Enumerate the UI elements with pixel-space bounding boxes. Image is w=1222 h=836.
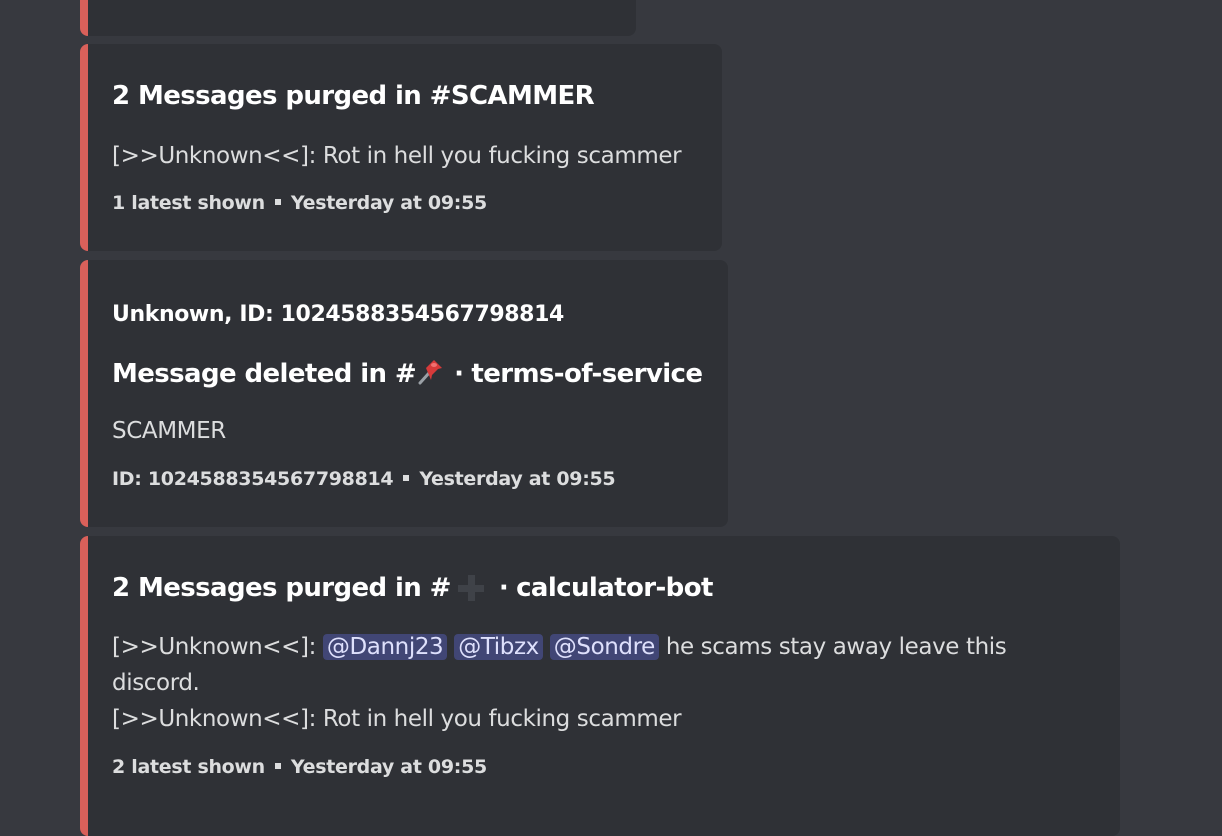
footer-separator bbox=[274, 762, 281, 769]
title-channel: terms-of-service bbox=[471, 359, 703, 389]
message-author: [>>Unknown<<]: bbox=[112, 634, 316, 660]
log-embed-purge-scammer: 2 Messages purged in #SCAMMER [>>Unknown… bbox=[80, 44, 722, 251]
title-separator: · bbox=[498, 573, 509, 603]
plus-icon bbox=[451, 572, 491, 602]
footer-count: 2 latest shown bbox=[112, 756, 265, 778]
log-embed-partial bbox=[80, 0, 636, 36]
title-prefix: Message deleted in # bbox=[112, 359, 417, 389]
footer-timestamp: Yesterday at 09:55 bbox=[419, 468, 616, 490]
title-prefix: 2 Messages purged in # bbox=[112, 573, 451, 603]
embed-footer: 2 latest shown Yesterday at 09:55 bbox=[112, 756, 487, 778]
footer-timestamp: Yesterday at 09:55 bbox=[290, 756, 487, 778]
description-line: [>>Unknown<<]: Rot in hell you fucking s… bbox=[112, 706, 682, 732]
user-mention[interactable]: @Sondre bbox=[549, 634, 659, 660]
footer-separator bbox=[403, 474, 410, 481]
message-text: he scams stay away leave this bbox=[665, 634, 1007, 660]
title-channel: calculator-bot bbox=[516, 573, 713, 603]
description-line: discord. bbox=[112, 670, 200, 696]
log-embed-purge-calculator: 2 Messages purged in # · calculator-bot [>… bbox=[80, 536, 1120, 836]
footer-count: 1 latest shown bbox=[112, 192, 265, 214]
log-embed-message-deleted: Unknown, ID: 1024588354567798814 Message… bbox=[80, 260, 728, 527]
pushpin-icon bbox=[416, 356, 446, 386]
title-separator: · bbox=[454, 359, 464, 389]
footer-timestamp: Yesterday at 09:55 bbox=[290, 192, 487, 214]
footer-separator bbox=[274, 198, 281, 205]
embed-title: 2 Messages purged in #SCAMMER bbox=[112, 81, 595, 111]
embed-title: 2 Messages purged in # · calculator-bot bbox=[112, 572, 713, 603]
embed-footer: 1 latest shown Yesterday at 09:55 bbox=[112, 192, 487, 214]
description-line: [>>Unknown<<]: @Dannj23 @Tibzx @Sondre h… bbox=[112, 629, 1092, 665]
embed-description: SCAMMER bbox=[112, 418, 226, 444]
embed-description: [>>Unknown<<]: Rot in hell you fucking s… bbox=[112, 143, 682, 169]
embed-description: [>>Unknown<<]: @Dannj23 @Tibzx @Sondre h… bbox=[112, 629, 1092, 737]
user-mention[interactable]: @Tibzx bbox=[454, 634, 543, 660]
footer-id: ID: 1024588354567798814 bbox=[112, 468, 394, 490]
embed-author: Unknown, ID: 1024588354567798814 bbox=[112, 302, 564, 327]
embed-title: Message deleted in # · terms-of-service bbox=[112, 356, 703, 389]
user-mention[interactable]: @Dannj23 bbox=[322, 634, 448, 660]
embed-footer: ID: 1024588354567798814 Yesterday at 09:5… bbox=[112, 468, 616, 490]
